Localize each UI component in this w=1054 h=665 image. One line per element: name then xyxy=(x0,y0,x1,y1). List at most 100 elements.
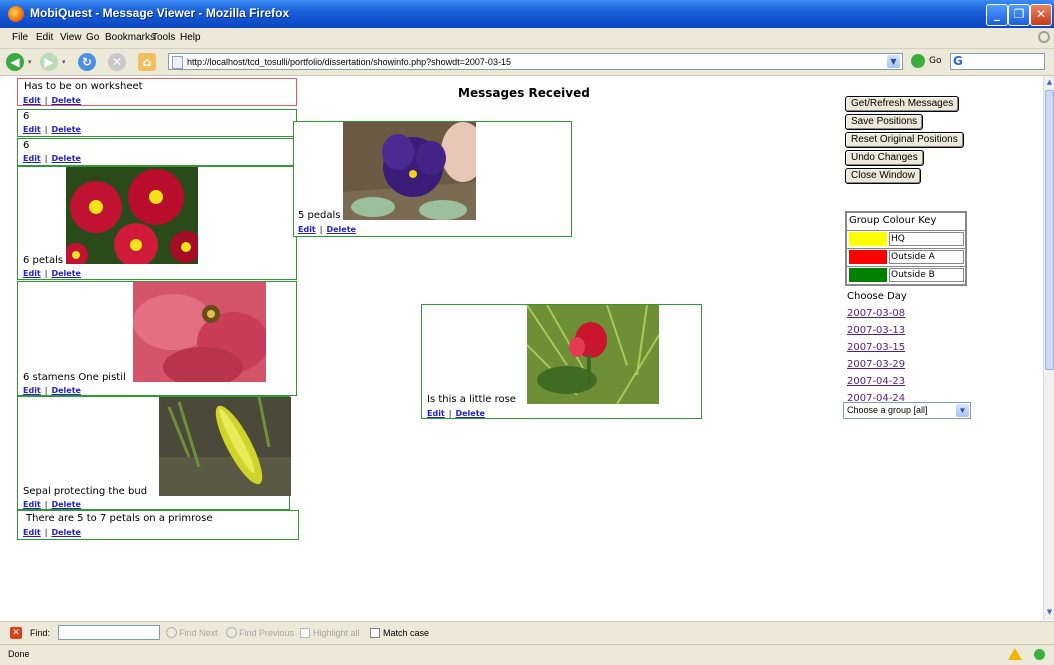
delete-link[interactable]: Delete xyxy=(51,154,80,163)
menu-go[interactable]: Go xyxy=(86,32,99,43)
day-link[interactable]: 2007-03-08 xyxy=(847,308,905,319)
message-card[interactable]: There are 5 to 7 petals on a primrose Ed… xyxy=(17,510,299,540)
link-separator: | xyxy=(448,409,452,418)
scroll-down-icon[interactable]: ▼ xyxy=(1045,607,1054,618)
highlight-all-checkbox[interactable] xyxy=(300,628,310,638)
menu-edit[interactable]: Edit xyxy=(36,32,53,43)
edit-link[interactable]: Edit xyxy=(23,96,41,105)
status-text: Done xyxy=(8,649,30,659)
menu-file[interactable]: File xyxy=(12,32,28,43)
message-photo xyxy=(527,305,659,404)
edit-link[interactable]: Edit xyxy=(23,154,41,163)
message-card[interactable]: 5 pedals Edit | Delete xyxy=(293,121,572,237)
delete-link[interactable]: Delete xyxy=(326,225,355,234)
delete-link[interactable]: Delete xyxy=(51,125,80,134)
message-card[interactable]: 6 stamens One pistil Edit | Delete xyxy=(17,281,297,396)
edit-link[interactable]: Edit xyxy=(298,225,316,234)
delete-link[interactable]: Delete xyxy=(51,528,80,537)
link-separator: | xyxy=(44,125,48,134)
group-select[interactable]: Choose a group [all] ▼ xyxy=(843,402,971,419)
message-text: 6 xyxy=(23,140,30,151)
search-box[interactable]: G xyxy=(950,53,1045,70)
url-input[interactable] xyxy=(187,55,877,68)
delete-link[interactable]: Delete xyxy=(51,96,80,105)
save-positions-button[interactable]: Save Positions xyxy=(845,114,924,130)
message-card[interactable]: Sepal protecting the bud Edit | Delete xyxy=(17,396,291,510)
delete-link[interactable]: Delete xyxy=(51,500,80,509)
message-card[interactable]: 6 Edit | Delete xyxy=(17,138,297,166)
status-bar: Done xyxy=(0,644,1054,665)
delete-link[interactable]: Delete xyxy=(51,269,80,278)
key-title: Group Colour Key xyxy=(849,215,937,226)
page-content: Messages Received Has to be on worksheet… xyxy=(0,76,1043,620)
find-input[interactable] xyxy=(58,625,160,640)
scrollbar-thumb[interactable] xyxy=(1045,90,1054,370)
edit-link[interactable]: Edit xyxy=(23,500,41,509)
back-dropdown-icon[interactable]: ▾ xyxy=(28,58,32,66)
match-case-checkbox[interactable] xyxy=(370,628,380,638)
minimize-icon[interactable]: _ xyxy=(986,4,1008,26)
day-link[interactable]: 2007-03-15 xyxy=(847,342,905,353)
day-link[interactable]: 2007-03-29 xyxy=(847,359,905,370)
message-text: 6 petals xyxy=(23,255,64,266)
go-button[interactable]: Go xyxy=(929,56,941,66)
edit-link[interactable]: Edit xyxy=(427,409,445,418)
message-photo xyxy=(66,167,198,264)
warning-icon[interactable] xyxy=(1008,648,1022,660)
edit-link[interactable]: Edit xyxy=(23,386,41,395)
close-icon[interactable]: ✕ xyxy=(1030,4,1052,26)
message-text: 6 xyxy=(23,111,30,122)
link-separator: | xyxy=(319,225,323,234)
close-window-button[interactable]: Close Window xyxy=(845,168,921,184)
link-separator: | xyxy=(44,154,48,163)
menu-tools[interactable]: Tools xyxy=(152,32,175,43)
reset-positions-button[interactable]: Reset Original Positions xyxy=(845,132,964,148)
day-link[interactable]: 2007-03-13 xyxy=(847,325,905,336)
forward-icon[interactable]: ▶ xyxy=(40,53,58,71)
url-dropdown-icon[interactable]: ▼ xyxy=(887,55,900,68)
link-separator: | xyxy=(44,528,48,537)
refresh-messages-button[interactable]: Get/Refresh Messages xyxy=(845,96,960,112)
edit-link[interactable]: Edit xyxy=(23,269,41,278)
back-icon[interactable]: ◀ xyxy=(6,53,24,71)
delete-link[interactable]: Delete xyxy=(51,386,80,395)
menu-bookmarks[interactable]: Bookmarks xyxy=(105,32,155,43)
message-text: There are 5 to 7 petals on a primrose xyxy=(26,513,213,524)
key-swatch-outside-b xyxy=(849,268,887,282)
navigation-toolbar: ◀ ▾ ▶ ▾ ↻ ✕ ⌂ ▼ Go G xyxy=(0,49,1054,76)
address-bar[interactable]: ▼ xyxy=(168,53,903,70)
choose-day-label: Choose Day xyxy=(847,291,907,302)
group-select-value: Choose a group [all] xyxy=(847,405,928,415)
undo-changes-button[interactable]: Undo Changes xyxy=(845,150,924,166)
link-separator: | xyxy=(44,96,48,105)
search-engine-icon[interactable]: G xyxy=(953,54,963,68)
close-find-icon[interactable]: ✕ xyxy=(10,627,22,639)
stop-icon[interactable]: ✕ xyxy=(108,53,126,71)
forward-dropdown-icon[interactable]: ▾ xyxy=(62,58,66,66)
key-label: HQ xyxy=(889,232,964,246)
message-card[interactable]: 6 Edit | Delete xyxy=(17,109,297,137)
home-icon[interactable]: ⌂ xyxy=(138,53,156,71)
page-title: Messages Received xyxy=(458,86,590,100)
menu-help[interactable]: Help xyxy=(180,32,201,43)
find-next-button[interactable]: Find Next xyxy=(179,628,218,638)
edit-link[interactable]: Edit xyxy=(23,528,41,537)
page-icon xyxy=(172,56,183,69)
scroll-up-icon[interactable]: ▲ xyxy=(1045,77,1054,88)
message-card[interactable]: Has to be on worksheet Edit | Delete xyxy=(17,78,297,106)
find-previous-button[interactable]: Find Previous xyxy=(239,628,294,638)
throbber-icon xyxy=(1038,31,1050,43)
message-card[interactable]: Is this a little rose Edit | Delete xyxy=(421,304,702,419)
message-card[interactable]: 6 petals Edit | Delete xyxy=(17,166,297,280)
menu-view[interactable]: View xyxy=(60,32,82,43)
maximize-icon[interactable]: ❐ xyxy=(1008,4,1030,26)
reload-icon[interactable]: ↻ xyxy=(78,53,96,71)
delete-link[interactable]: Delete xyxy=(455,409,484,418)
find-previous-icon xyxy=(226,627,237,638)
edit-link[interactable]: Edit xyxy=(23,125,41,134)
day-link[interactable]: 2007-04-23 xyxy=(847,376,905,387)
go-icon[interactable] xyxy=(911,54,925,68)
find-label: Find: xyxy=(30,628,51,638)
key-swatch-outside-a xyxy=(849,250,887,264)
vertical-scrollbar[interactable]: ▲ ▼ xyxy=(1043,76,1054,620)
